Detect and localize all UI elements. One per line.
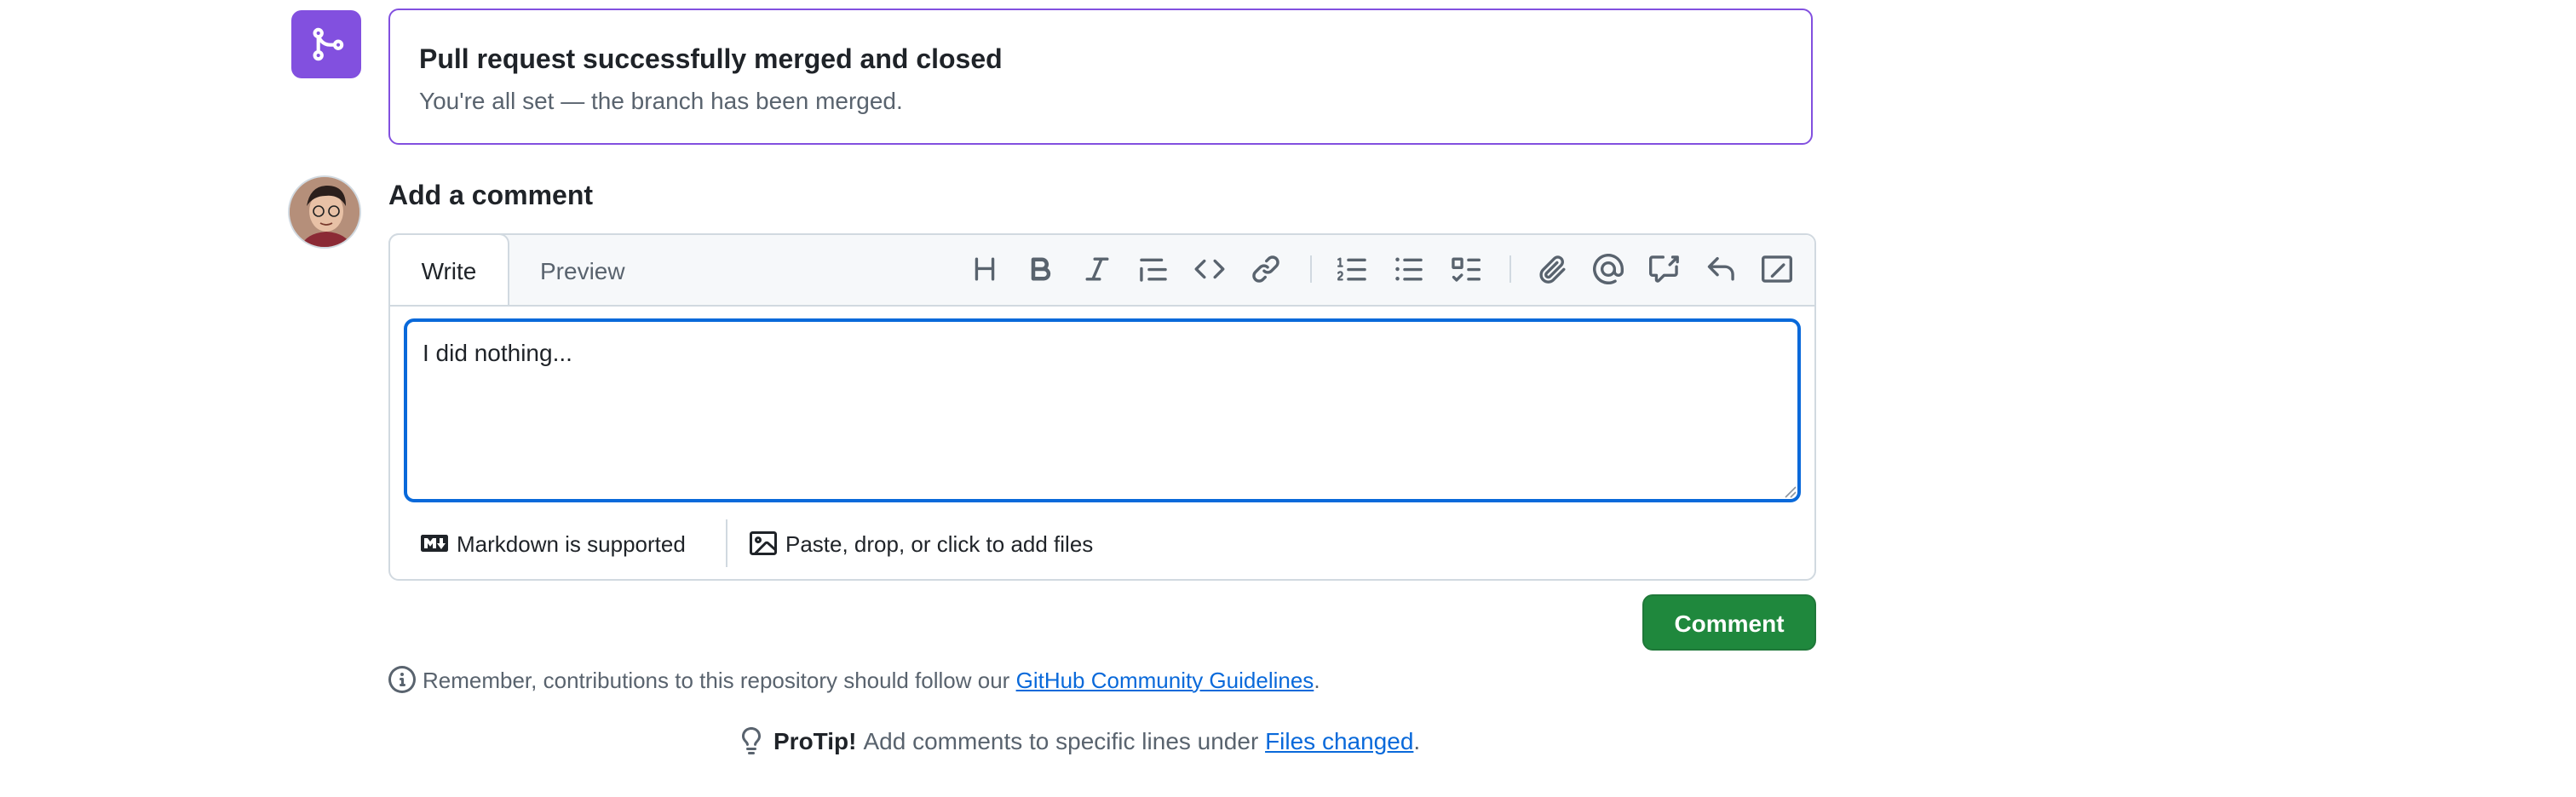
- light-bulb-icon: [742, 727, 761, 754]
- editor-footer: Markdown is supported Paste, drop, or cl…: [390, 513, 1814, 581]
- protip-end: .: [1413, 727, 1421, 754]
- resize-handle[interactable]: [1784, 485, 1797, 499]
- page: Pull request successfully merged and clo…: [0, 0, 2576, 797]
- guidelines-end: .: [1314, 667, 1320, 692]
- saved-reply-button[interactable]: [1705, 254, 1736, 284]
- toolbar-divider: [1509, 255, 1511, 283]
- slash-command-icon: [1762, 255, 1792, 283]
- bold-button[interactable]: [1026, 254, 1056, 284]
- italic-button[interactable]: [1082, 254, 1113, 284]
- merge-status-badge: [291, 10, 361, 78]
- comment-editor: Write Preview I did nothing... Markdown …: [388, 233, 1816, 581]
- heading-button[interactable]: [969, 254, 1000, 284]
- unordered-list-icon: [1395, 257, 1423, 281]
- markdown-note[interactable]: Markdown is supported: [421, 530, 686, 557]
- unordered-list-button[interactable]: [1394, 254, 1424, 284]
- info-icon: [388, 666, 416, 693]
- task-list-icon: [1452, 257, 1481, 282]
- merged-status-box: Pull request successfully merged and clo…: [388, 9, 1813, 145]
- reference-button[interactable]: [1649, 254, 1680, 284]
- guidelines-note: Remember, contributions to this reposito…: [388, 666, 1320, 693]
- markdown-note-label: Markdown is supported: [457, 530, 686, 556]
- merged-subtitle: You're all set — the branch has been mer…: [419, 87, 903, 114]
- quote-icon: [1140, 258, 1167, 282]
- image-icon: [750, 531, 777, 555]
- comment-textarea[interactable]: I did nothing...: [404, 318, 1801, 502]
- files-changed-link[interactable]: Files changed: [1265, 727, 1413, 754]
- editor-header: Write Preview: [388, 233, 1814, 307]
- guidelines-text: Remember, contributions to this reposito…: [423, 667, 1010, 692]
- protip-label: ProTip!: [773, 727, 857, 754]
- bold-icon: [1031, 257, 1051, 281]
- markdown-icon: [421, 535, 448, 552]
- tab-preview[interactable]: Preview: [540, 235, 625, 305]
- code-button[interactable]: [1194, 254, 1225, 284]
- comment-button[interactable]: Comment: [1642, 594, 1816, 651]
- italic-icon: [1085, 257, 1109, 281]
- avatar[interactable]: [288, 175, 361, 249]
- mention-button[interactable]: [1593, 254, 1624, 284]
- reference-icon: [1649, 255, 1679, 283]
- protip: ProTip! Add comments to specific lines u…: [738, 727, 1420, 754]
- attach-icon: [1539, 255, 1566, 284]
- git-merge-icon: [312, 27, 343, 61]
- avatar-image: [290, 177, 359, 247]
- protip-text: Add comments to specific lines under: [863, 727, 1259, 754]
- saved-reply-icon: [1707, 256, 1734, 281]
- add-files-button[interactable]: Paste, drop, or click to add files: [750, 530, 1093, 557]
- merged-title: Pull request successfully merged and clo…: [419, 46, 1003, 75]
- code-icon: [1194, 259, 1225, 279]
- community-guidelines-link[interactable]: GitHub Community Guidelines: [1016, 667, 1314, 692]
- quote-button[interactable]: [1138, 254, 1169, 284]
- heading-icon: [975, 257, 995, 281]
- task-list-button[interactable]: [1450, 254, 1481, 284]
- add-comment-heading: Add a comment: [388, 182, 594, 211]
- toolbar-divider: [1310, 255, 1312, 283]
- tab-write[interactable]: Write: [388, 233, 509, 305]
- link-button[interactable]: [1251, 254, 1281, 284]
- add-files-label: Paste, drop, or click to add files: [785, 530, 1094, 556]
- attach-button[interactable]: [1537, 254, 1567, 284]
- footer-divider: [726, 519, 727, 567]
- mention-icon: [1593, 254, 1624, 284]
- numbered-list-button[interactable]: [1337, 254, 1368, 284]
- link-icon: [1252, 255, 1279, 283]
- numbered-list-icon: [1337, 257, 1366, 281]
- slash-command-button[interactable]: [1762, 254, 1792, 284]
